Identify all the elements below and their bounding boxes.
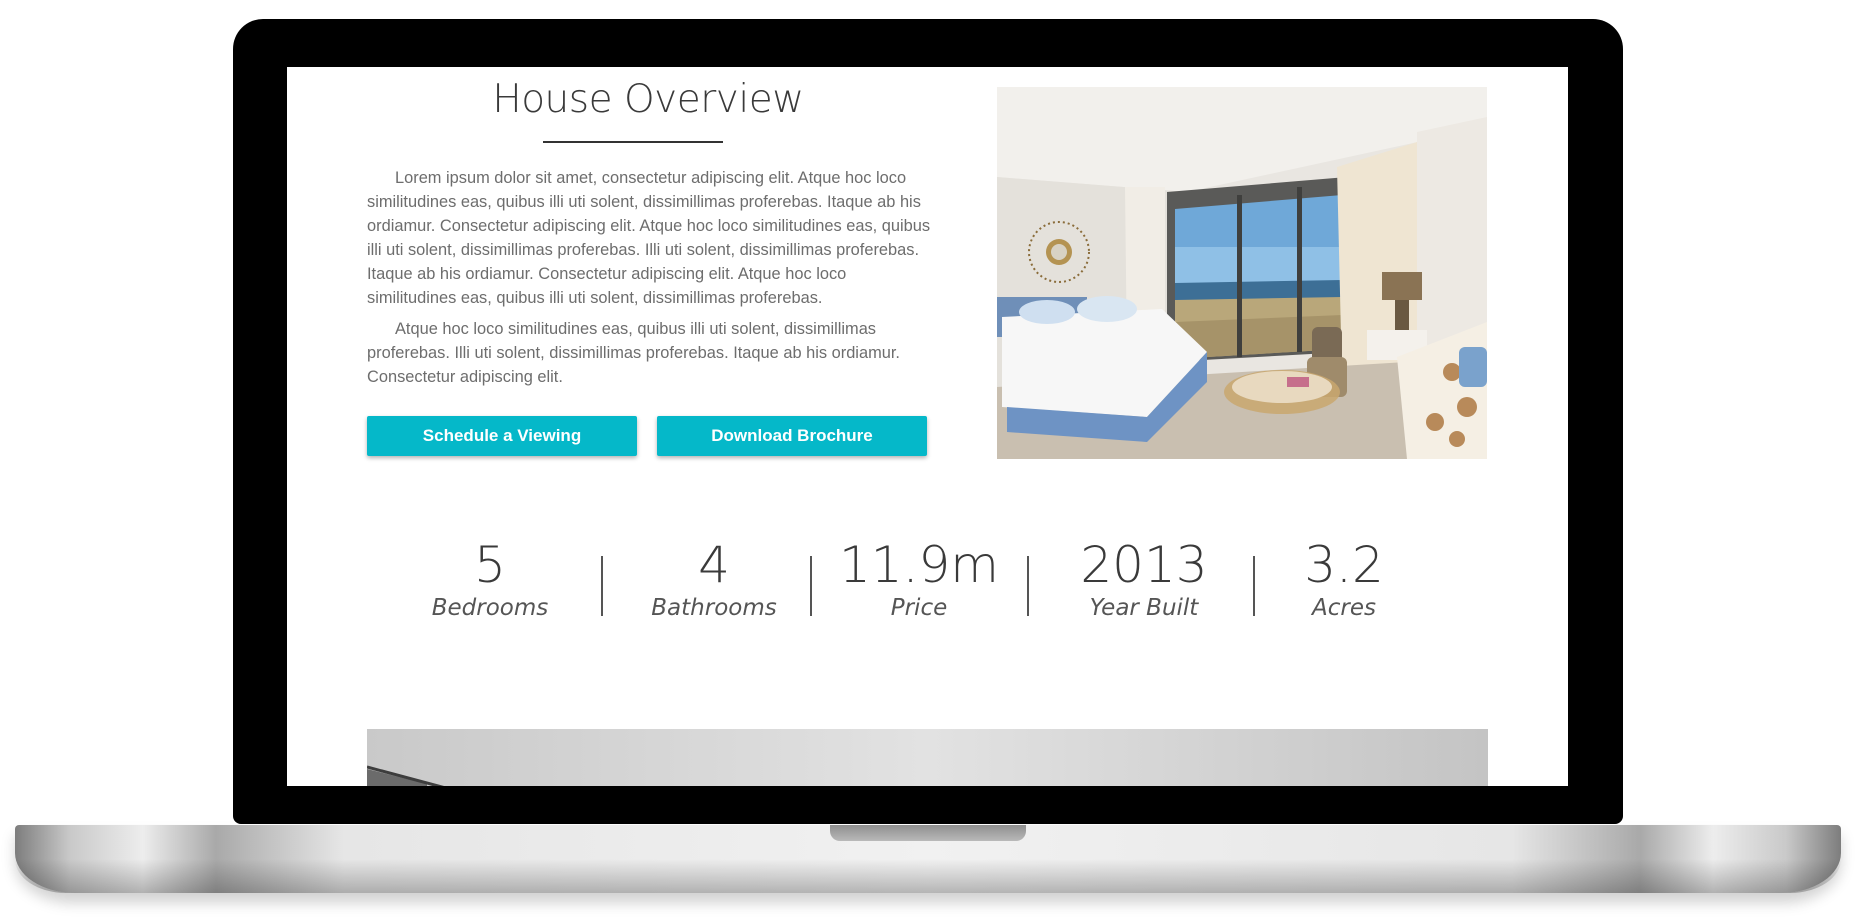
stat-value: 3.2 <box>1304 536 1384 594</box>
stat-label: Bedrooms <box>431 595 549 621</box>
overview-paragraph-1: Lorem ipsum dolor sit amet, consectetur … <box>367 169 931 307</box>
bedroom-photo <box>997 87 1487 459</box>
stat-year-built: 2013 Year Built <box>1044 537 1244 623</box>
stat-bedrooms: 5 Bedrooms <box>390 537 590 623</box>
stat-label: Acres <box>1312 595 1376 621</box>
stat-divider <box>810 556 812 616</box>
stat-value: 5 <box>474 536 506 594</box>
stat-label: Price <box>890 595 948 621</box>
stat-divider <box>601 556 603 616</box>
section-title: House Overview <box>492 77 804 122</box>
schedule-viewing-button[interactable]: Schedule a Viewing <box>367 416 637 456</box>
stat-bathrooms: 4 Bathrooms <box>614 537 814 623</box>
stat-acres: 3.2 Acres <box>1244 537 1444 623</box>
stat-divider <box>1027 556 1029 616</box>
stat-label: Year Built <box>1089 595 1199 621</box>
laptop-screen: House Overview Lorem ipsum dolor sit ame… <box>287 67 1568 786</box>
stat-value: 11.9m <box>838 536 1000 594</box>
title-underline <box>543 141 723 143</box>
stat-label: Bathrooms <box>651 595 777 621</box>
stat-value: 2013 <box>1080 536 1208 594</box>
stat-value: 4 <box>698 536 730 594</box>
overview-paragraph-2: Atque hoc loco similitudines eas, quibus… <box>367 320 900 386</box>
laptop-notch <box>830 825 1026 841</box>
download-brochure-button[interactable]: Download Brochure <box>657 416 927 456</box>
interior-photo <box>367 729 1488 786</box>
stat-price: 11.9m Price <box>819 537 1019 623</box>
